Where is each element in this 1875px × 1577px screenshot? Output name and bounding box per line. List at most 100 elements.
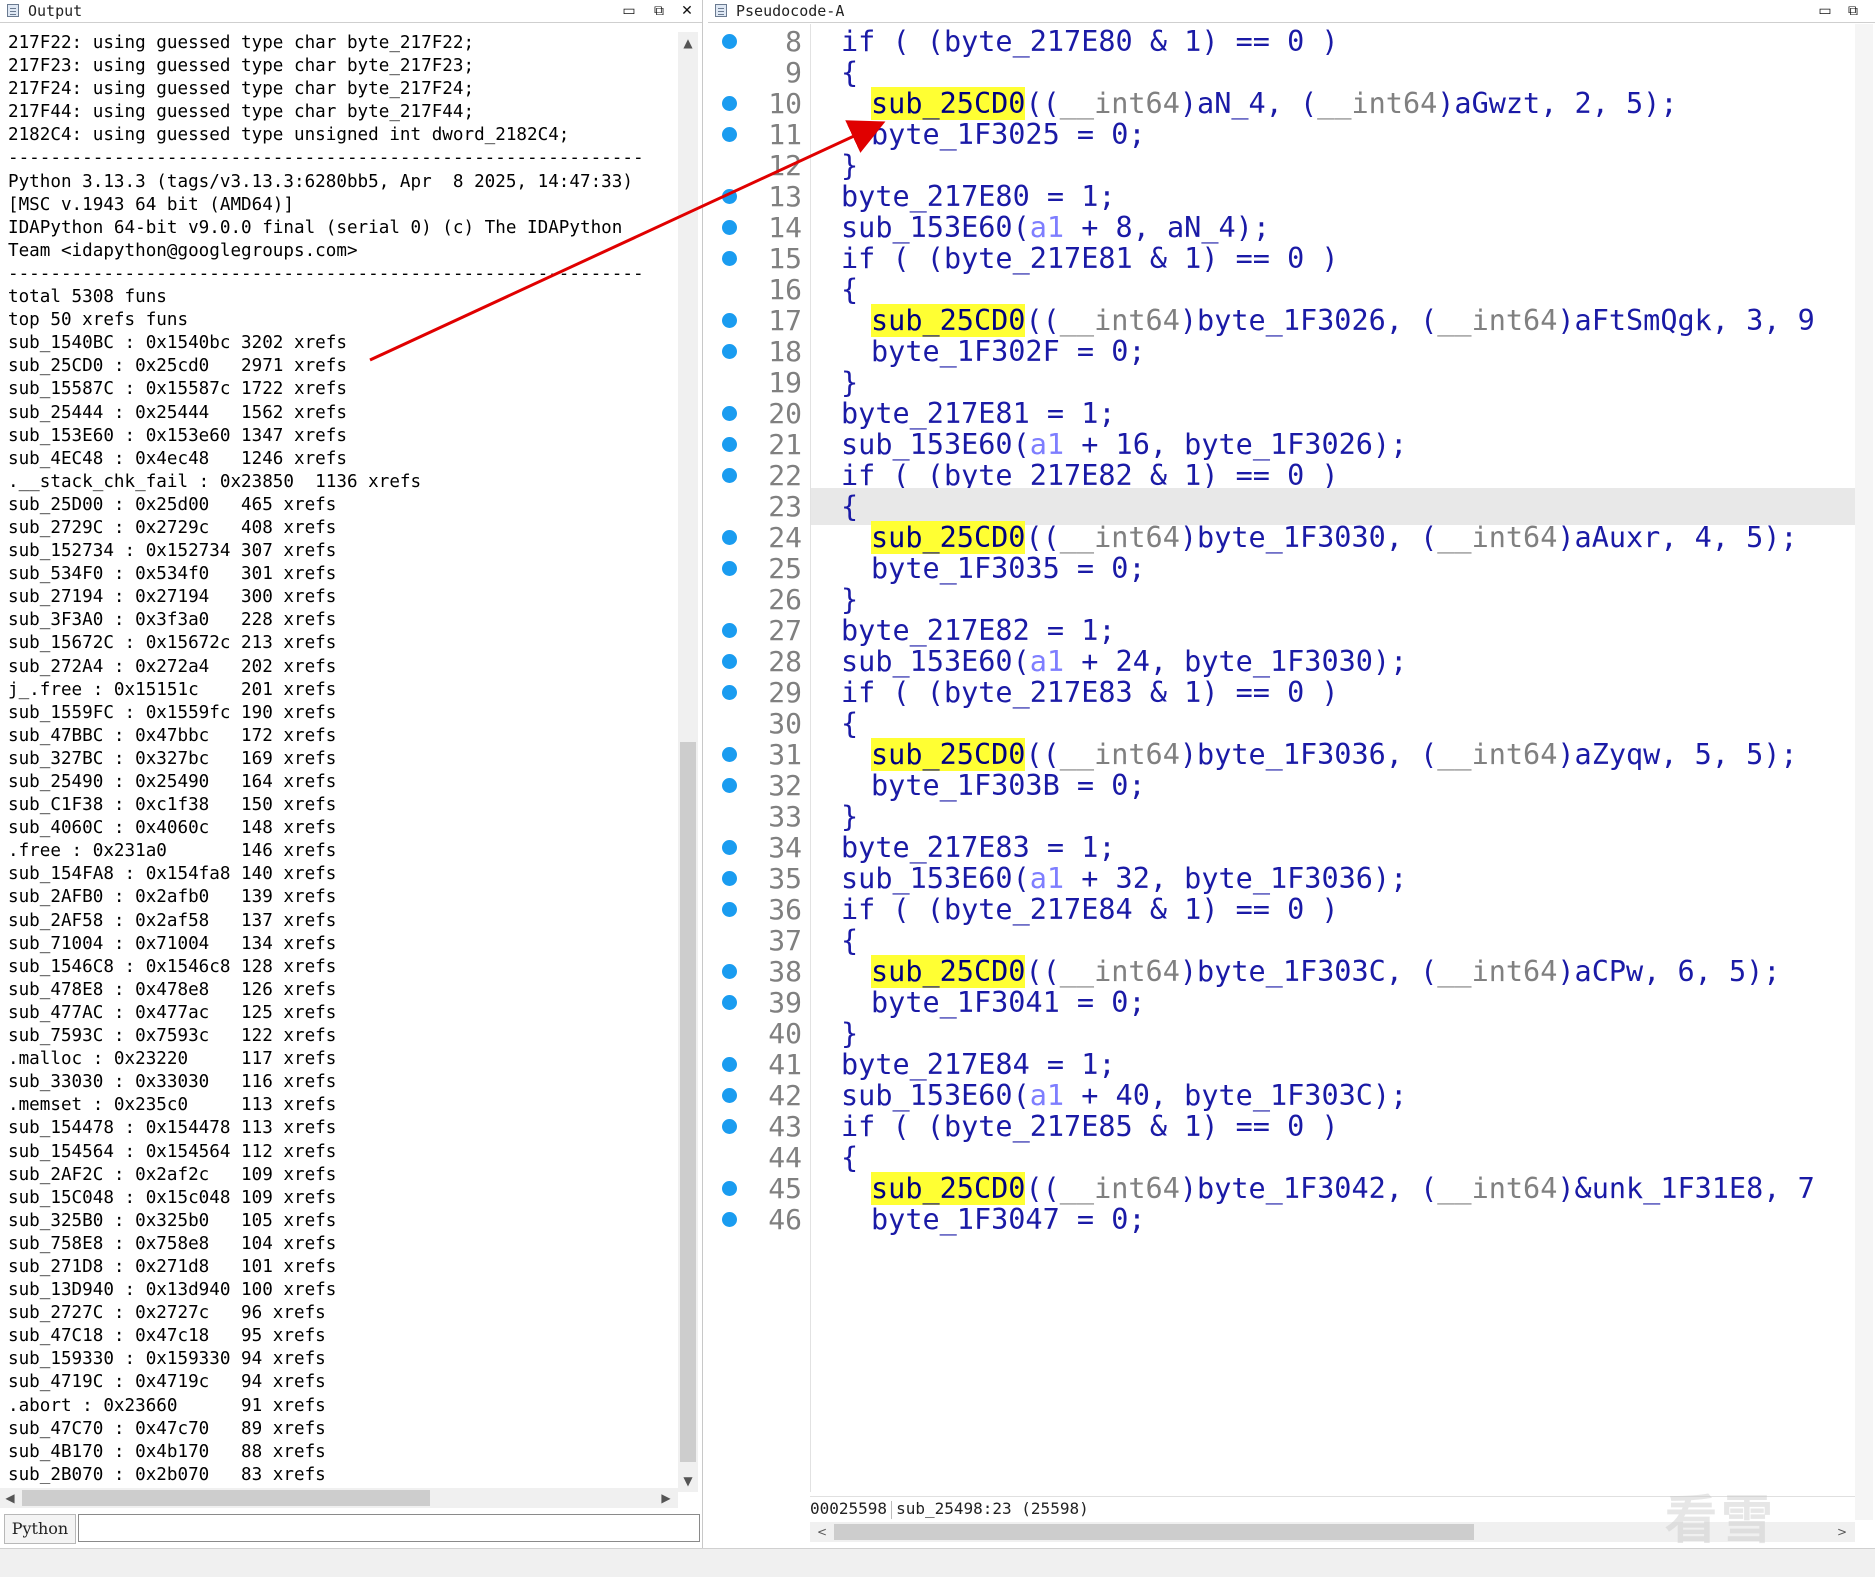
output-line: sub_325B0 : 0x325b0 105 xrefs: [8, 1210, 337, 1231]
output-line: sub_27194 : 0x27194 300 xrefs: [8, 587, 337, 608]
output-line: sub_15587C : 0x15587c 1722 xrefs: [8, 379, 347, 400]
pseudocode-view[interactable]: if ( (byte_217E80 & 1) == 0 ){sub_25CD0(…: [810, 24, 1856, 1492]
code-line[interactable]: byte_1F3047 = 0;: [811, 1201, 1856, 1238]
output-line: sub_33030 : 0x33030 116 xrefs: [8, 1072, 337, 1093]
breakpoint-dot-icon[interactable]: [722, 561, 737, 576]
output-line: sub_71004 : 0x71004 134 xrefs: [8, 933, 337, 954]
scroll-thumb[interactable]: [680, 742, 696, 1462]
output-line: sub_25CD0 : 0x25cd0 2971 xrefs: [8, 356, 347, 377]
scroll-thumb[interactable]: [834, 1524, 1474, 1540]
output-line: sub_2AFB0 : 0x2afb0 139 xrefs: [8, 887, 337, 908]
breakpoint-dot-icon[interactable]: [722, 840, 737, 855]
output-line: sub_4EC48 : 0x4ec48 1246 xrefs: [8, 448, 347, 469]
restore-icon[interactable]: ⧉: [1844, 2, 1862, 20]
breakpoint-dot-icon[interactable]: [722, 251, 737, 266]
output-line: sub_154564 : 0x154564 112 xrefs: [8, 1141, 337, 1162]
breakpoint-dot-icon[interactable]: [722, 34, 737, 49]
scroll-right-icon[interactable]: ▶: [656, 1489, 676, 1507]
output-line: sub_327BC : 0x327bc 169 xrefs: [8, 748, 337, 769]
breakpoint-dot-icon[interactable]: [722, 530, 737, 545]
output-line: sub_1540BC : 0x1540bc 3202 xrefs: [8, 333, 347, 354]
scroll-up-icon[interactable]: ▲: [678, 34, 698, 52]
breakpoint-dot-icon[interactable]: [722, 344, 737, 359]
pseudocode-title: Pseudocode-A: [736, 2, 845, 20]
window-icon: [7, 4, 19, 17]
breakpoint-dot-icon[interactable]: [722, 406, 737, 421]
breakpoint-dot-icon[interactable]: [722, 1088, 737, 1103]
gutter-row: 46: [708, 1203, 810, 1241]
breakpoint-dot-icon[interactable]: [722, 189, 737, 204]
output-line: sub_758E8 : 0x758e8 104 xrefs: [8, 1233, 337, 1254]
line-gutter: 8 9 10 11 12 13 14 15 16 17 18 19 20 21 22 23 24 25 26 27 28…: [708, 24, 810, 1492]
scroll-down-icon[interactable]: ▼: [678, 1472, 698, 1490]
breakpoint-dot-icon[interactable]: [722, 437, 737, 452]
output-line: [MSC v.1943 64 bit (AMD64)]: [8, 194, 294, 215]
breakpoint-dot-icon[interactable]: [722, 871, 737, 886]
pseudocode-vertical-scrollbar[interactable]: [1855, 24, 1873, 1520]
scroll-left-icon[interactable]: ◀: [0, 1489, 20, 1507]
breakpoint-dot-icon[interactable]: [722, 964, 737, 979]
restore-icon[interactable]: ⧉: [650, 2, 668, 20]
bottom-status-strip: [0, 1548, 1875, 1577]
pseudocode-titlebar: Pseudocode-A ▭ ⧉: [708, 0, 1875, 23]
output-line: sub_477AC : 0x477ac 125 xrefs: [8, 1002, 337, 1023]
output-line: sub_2AF58 : 0x2af58 137 xrefs: [8, 910, 337, 931]
breakpoint-dot-icon[interactable]: [722, 685, 737, 700]
output-line: .malloc : 0x23220 117 xrefs: [8, 1049, 337, 1070]
output-line: sub_47C18 : 0x47c18 95 xrefs: [8, 1326, 326, 1347]
cli-language-button[interactable]: Python: [4, 1514, 76, 1544]
status-address: 00025598: [810, 1499, 888, 1518]
breakpoint-dot-icon[interactable]: [722, 468, 737, 483]
window-icon: [715, 4, 727, 17]
scroll-left-icon[interactable]: <: [812, 1523, 832, 1541]
breakpoint-dot-icon[interactable]: [722, 313, 737, 328]
python-command-input[interactable]: [78, 1514, 700, 1542]
output-line: Python 3.13.3 (tags/v3.13.3:6280bb5, Apr…: [8, 171, 633, 192]
output-horizontal-scrollbar[interactable]: ◀ ▶: [0, 1488, 678, 1508]
output-line: sub_154FA8 : 0x154fa8 140 xrefs: [8, 864, 337, 885]
output-line: ----------------------------------------…: [8, 148, 644, 169]
output-line: .free : 0x231a0 146 xrefs: [8, 841, 337, 862]
breakpoint-dot-icon[interactable]: [722, 747, 737, 762]
output-log[interactable]: 217F22: using guessed type char byte_217…: [8, 32, 676, 1484]
output-line: sub_4719C : 0x4719c 94 xrefs: [8, 1372, 326, 1393]
output-line: sub_13D940 : 0x13d940 100 xrefs: [8, 1280, 337, 1301]
close-icon[interactable]: ✕: [678, 2, 696, 20]
scroll-right-icon[interactable]: >: [1832, 1523, 1852, 1541]
output-line: j_.free : 0x15151c 201 xrefs: [8, 679, 337, 700]
breakpoint-dot-icon[interactable]: [722, 778, 737, 793]
scroll-thumb[interactable]: [22, 1490, 430, 1506]
breakpoint-dot-icon[interactable]: [722, 995, 737, 1010]
breakpoint-dot-icon[interactable]: [722, 654, 737, 669]
output-line: sub_154478 : 0x154478 113 xrefs: [8, 1118, 337, 1139]
output-line: sub_2AF2C : 0x2af2c 109 xrefs: [8, 1164, 337, 1185]
output-line: 2182C4: using guessed type unsigned int …: [8, 125, 570, 146]
output-line: 217F24: using guessed type char byte_217…: [8, 79, 475, 100]
breakpoint-dot-icon[interactable]: [722, 1057, 737, 1072]
output-pane: Output ▭ ⧉ ✕ 217F22: using guessed type …: [0, 0, 703, 1548]
output-line: sub_25444 : 0x25444 1562 xrefs: [8, 402, 347, 423]
output-line: sub_4060C : 0x4060c 148 xrefs: [8, 818, 337, 839]
watermark-logo: 看雪: [1665, 1491, 1778, 1551]
breakpoint-dot-icon[interactable]: [722, 902, 737, 917]
minimize-icon[interactable]: ▭: [1816, 2, 1834, 20]
output-line: sub_2727C : 0x2727c 96 xrefs: [8, 1303, 326, 1324]
output-line: 217F23: using guessed type char byte_217…: [8, 56, 475, 77]
breakpoint-dot-icon[interactable]: [722, 1181, 737, 1196]
breakpoint-dot-icon[interactable]: [722, 127, 737, 142]
output-titlebar: Output ▭ ⧉ ✕: [0, 0, 702, 23]
output-vertical-scrollbar[interactable]: ▲ ▼: [678, 32, 698, 1492]
output-line: total 5308 funs: [8, 287, 167, 308]
breakpoint-dot-icon[interactable]: [722, 220, 737, 235]
output-line: sub_152734 : 0x152734 307 xrefs: [8, 541, 337, 562]
breakpoint-dot-icon[interactable]: [722, 1119, 737, 1134]
breakpoint-dot-icon[interactable]: [722, 96, 737, 111]
output-line: ----------------------------------------…: [8, 263, 644, 284]
output-title: Output: [28, 2, 83, 20]
breakpoint-dot-icon[interactable]: [722, 1212, 737, 1227]
output-line: .memset : 0x235c0 113 xrefs: [8, 1095, 337, 1116]
breakpoint-dot-icon[interactable]: [722, 623, 737, 638]
pseudocode-pane: Pseudocode-A ▭ ⧉ 8 9 10 11 12 13 14 15 16 17 18 19 2…: [708, 0, 1875, 1548]
minimize-icon[interactable]: ▭: [620, 2, 638, 20]
output-line: IDAPython 64-bit v9.0.0 final (serial 0)…: [8, 217, 623, 238]
